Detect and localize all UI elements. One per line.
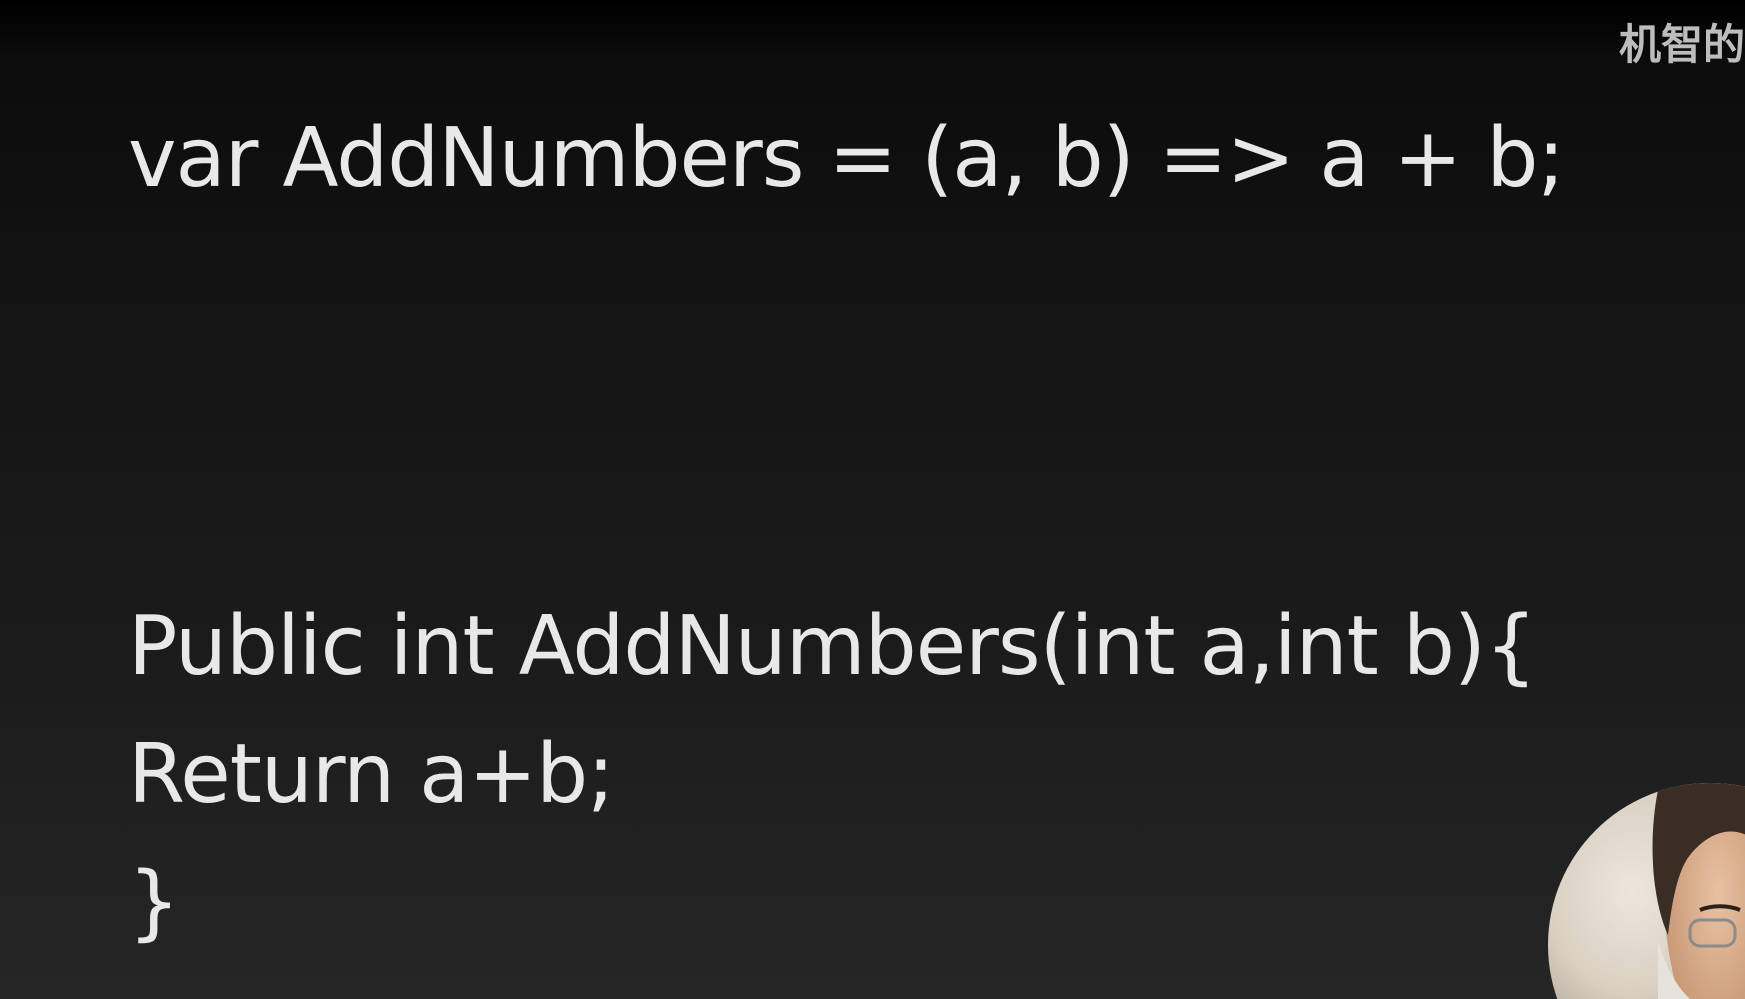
presenter-avatar-image bbox=[1548, 783, 1745, 999]
method-return-line: Return a+b; bbox=[128, 727, 615, 822]
presenter-webcam-overlay bbox=[1540, 760, 1745, 999]
lambda-code-line: var AddNumbers = (a, b) => a + b; bbox=[128, 111, 1565, 206]
method-closing-brace: } bbox=[128, 855, 180, 950]
channel-watermark: 机智的 bbox=[1618, 20, 1745, 69]
method-signature-line: Public int AddNumbers(int a,int b){ bbox=[128, 599, 1537, 694]
presentation-slide: var AddNumbers = (a, b) => a + b; Public… bbox=[0, 0, 1745, 999]
